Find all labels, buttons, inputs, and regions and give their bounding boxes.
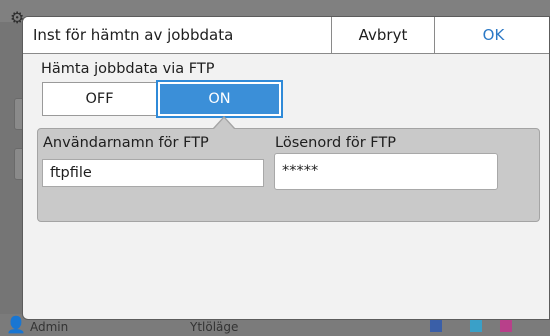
job-data-dialog: Inst för hämtn av jobbdata Avbryt OK Häm… <box>22 16 550 320</box>
user-label: Admin <box>30 320 69 334</box>
dialog-title: Inst för hämtn av jobbdata <box>33 26 234 44</box>
ink-level-icon <box>470 320 482 332</box>
cancel-button[interactable]: Avbryt <box>331 17 434 53</box>
ink-level-icon <box>500 320 512 332</box>
ok-button[interactable]: OK <box>434 17 549 53</box>
dialog-header: Inst för hämtn av jobbdata Avbryt OK <box>23 17 549 54</box>
ink-level-icon <box>430 320 442 332</box>
ftp-on-button[interactable]: ON <box>156 80 283 118</box>
ftp-password-label: Lösenord för FTP <box>275 135 396 151</box>
ftp-password-field[interactable]: ***** <box>274 153 498 190</box>
ftp-off-button[interactable]: OFF <box>42 82 157 116</box>
status-label: Ytlöläge <box>190 320 239 334</box>
ftp-on-label: ON <box>160 84 279 114</box>
ftp-toggle-label: Hämta jobbdata via FTP <box>41 61 215 77</box>
ftp-username-label: Användarnamn för FTP <box>43 135 209 151</box>
panel-pointer-fill <box>214 118 234 129</box>
ftp-username-field[interactable]: ftpfile <box>42 159 264 187</box>
